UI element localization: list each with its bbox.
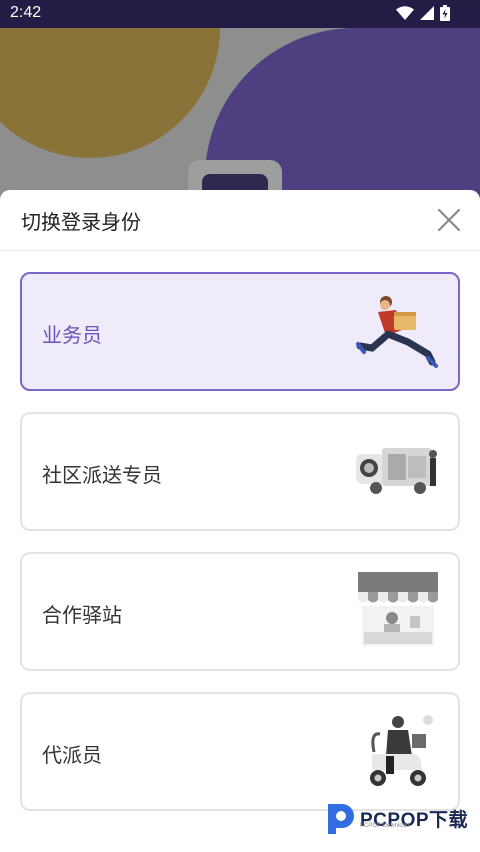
identity-switch-sheet: 切换登录身份 业务员 社区派送专员 合作驿站 代派员 [0, 190, 480, 852]
sheet-title: 切换登录身份 [21, 210, 141, 234]
option-label: 业务员 [42, 323, 102, 347]
option-label: 代派员 [42, 743, 102, 767]
status-icons [396, 5, 450, 21]
background-yellow-shape [0, 28, 220, 158]
battery-icon [440, 5, 450, 21]
storefront-icon [358, 572, 438, 646]
option-community-delivery[interactable]: 社区派送专员 [20, 412, 460, 531]
sheet-header: 切换登录身份 [0, 190, 480, 251]
watermark-logo: PCPOP下载 PCPOP Download [324, 800, 468, 836]
wifi-icon [396, 6, 414, 20]
watermark-sub: PCPOP Download [360, 823, 410, 829]
status-bar: 2:42 [0, 0, 480, 28]
delivery-vehicle-icon [356, 448, 437, 494]
option-salesman[interactable]: 业务员 [20, 272, 460, 391]
close-icon[interactable] [436, 207, 462, 233]
option-proxy-delivery[interactable]: 代派员 [20, 692, 460, 811]
status-time: 2:42 [10, 4, 42, 21]
option-partner-station[interactable]: 合作驿站 [20, 552, 460, 671]
signal-icon [420, 6, 434, 20]
running-courier-icon [356, 296, 438, 368]
pcpop-logo-icon [328, 804, 354, 834]
option-label: 合作驿站 [42, 603, 122, 627]
scooter-courier-icon [370, 715, 433, 786]
option-label: 社区派送专员 [42, 463, 162, 487]
